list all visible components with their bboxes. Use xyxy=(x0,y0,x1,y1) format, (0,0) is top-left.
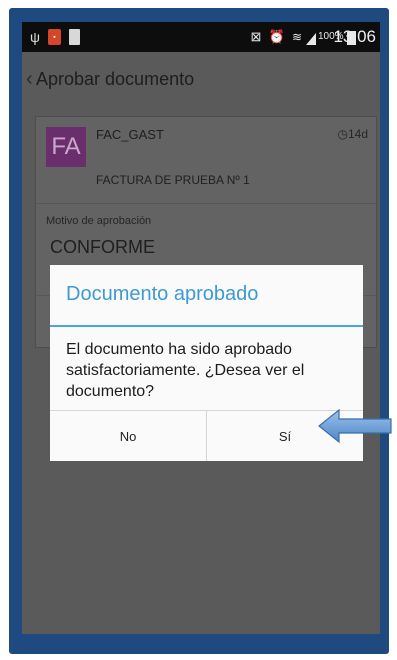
no-button[interactable]: No xyxy=(50,411,206,461)
battery-small-icon xyxy=(69,29,80,45)
document-description: FACTURA DE PRUEBA Nº 1 xyxy=(96,173,250,187)
back-chevron-icon[interactable]: ‹ xyxy=(26,68,33,91)
document-age: ◷14d xyxy=(337,127,368,141)
dialog-title: Documento aprobado xyxy=(66,283,259,305)
mute-icon: ⊠ xyxy=(250,29,262,44)
usb-icon: ψ xyxy=(30,29,40,45)
card-divider xyxy=(36,203,376,204)
signal-icon xyxy=(306,29,316,45)
status-time: 13:06 xyxy=(333,27,376,46)
action-bar: ‹ Aprobar documento xyxy=(22,52,380,108)
motivo-value: CONFORME xyxy=(50,237,155,257)
phone-screen: ψ ▪ ⊠ ⏰ ≋ 100% 13:06 ‹ Aprobar documento… xyxy=(22,22,380,634)
document-code: FAC_GAST xyxy=(96,127,164,142)
document-avatar: FA xyxy=(46,127,86,167)
dialog-message: El documento ha sido aprobado satisfacto… xyxy=(66,341,305,400)
status-bar: ψ ▪ ⊠ ⏰ ≋ 100% 13:06 xyxy=(22,22,380,52)
pointer-arrow-icon xyxy=(318,408,392,444)
notification-app-icon: ▪ xyxy=(48,29,61,45)
motivo-label: Motivo de aprobación xyxy=(46,215,152,227)
clock-icon: ◷ xyxy=(337,127,348,141)
page-title: Aprobar documento xyxy=(36,69,195,89)
wifi-icon: ≋ xyxy=(291,30,303,44)
dialog-title-divider xyxy=(50,325,363,327)
alarm-icon: ⏰ xyxy=(268,29,286,44)
document-age-value: 14d xyxy=(347,127,368,141)
